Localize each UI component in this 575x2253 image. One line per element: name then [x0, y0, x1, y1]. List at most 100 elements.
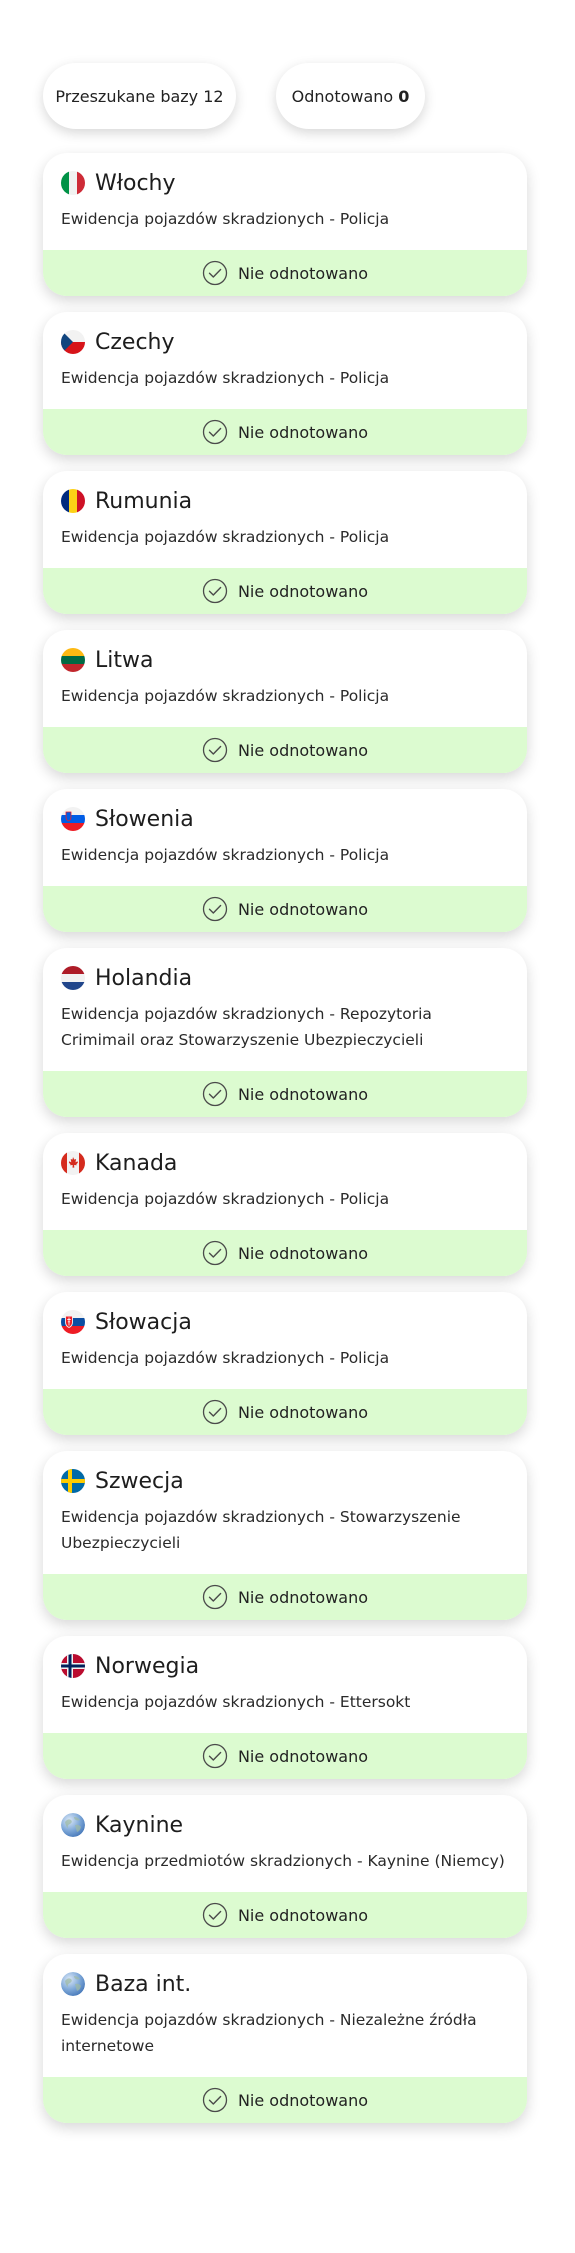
database-description: Ewidencja pojazdów skradzionych - Policj…: [61, 846, 390, 864]
searched-databases-pill: Przeszukane bazy 12: [43, 63, 236, 129]
czechia-flag-icon: [61, 330, 85, 354]
norway-flag-icon: [61, 1654, 85, 1678]
globe-icon: [61, 1813, 85, 1837]
database-description: Ewidencja pojazdów skradzionych - Policj…: [61, 687, 390, 705]
slovakia-flag-icon: [61, 1310, 85, 1334]
database-card-body: Kaynine Ewidencja przedmiotów skradziony…: [43, 1795, 527, 1892]
found-records-pill: Odnotowano 0: [276, 63, 425, 129]
database-card: Kaynine Ewidencja przedmiotów skradziony…: [43, 1795, 527, 1938]
database-card-header: Kaynine: [61, 1811, 509, 1839]
netherlands-flag-icon: [61, 966, 85, 990]
database-description: Ewidencja pojazdów skradzionych - Policj…: [61, 1349, 390, 1367]
database-card: Baza int. Ewidencja pojazdów skradzionyc…: [43, 1954, 527, 2123]
romania-flag-icon: [61, 489, 85, 513]
database-country: Norwegia: [95, 1653, 200, 1679]
database-card: Holandia Ewidencja pojazdów skradzionych…: [43, 948, 527, 1117]
lithuania-flag-icon: [61, 648, 85, 672]
database-country: Rumunia: [95, 488, 193, 514]
database-description: Ewidencja pojazdów skradzionych - Policj…: [61, 528, 390, 546]
database-country: Szwecja: [95, 1468, 184, 1494]
database-status-text: Nie odnotowano: [237, 1905, 369, 1925]
netherlands-flag-icon: [61, 966, 85, 990]
database-card-header: Czechy: [61, 328, 509, 356]
database-description: Ewidencja pojazdów skradzionych - Policj…: [61, 369, 390, 387]
database-status-text: Nie odnotowano: [237, 422, 369, 442]
database-description: Ewidencja pojazdów skradzionych - Policj…: [61, 1190, 390, 1208]
database-status-text: Nie odnotowano: [237, 899, 369, 919]
romania-flag-icon: [61, 489, 85, 513]
database-card-header: Słowacja: [61, 1308, 509, 1336]
check-circle-icon: [202, 1743, 228, 1769]
norway-flag-icon: [61, 1654, 85, 1678]
check-circle-icon: [202, 1399, 228, 1425]
sweden-flag-icon: [61, 1469, 85, 1493]
canada-flag-icon: [61, 1151, 85, 1175]
slovakia-flag-icon: [61, 1310, 85, 1334]
database-card-body: Kanada Ewidencja pojazdów skradzionych -…: [43, 1133, 527, 1230]
database-status-text: Nie odnotowano: [237, 1402, 369, 1422]
slovenia-flag-icon: [61, 807, 85, 831]
database-card-header: Słowenia: [61, 805, 509, 833]
database-card: Słowenia Ewidencja pojazdów skradzionych…: [43, 789, 527, 932]
database-status: Nie odnotowano: [43, 1733, 527, 1779]
database-card-body: Słowenia Ewidencja pojazdów skradzionych…: [43, 789, 527, 886]
database-status-text: Nie odnotowano: [237, 1084, 369, 1104]
database-card: Norwegia Ewidencja pojazdów skradzionych…: [43, 1636, 527, 1779]
check-circle-icon: [202, 1081, 228, 1107]
database-card-body: Włochy Ewidencja pojazdów skradzionych -…: [43, 153, 527, 250]
database-country: Baza int.: [95, 1971, 192, 1997]
lithuania-flag-icon: [61, 648, 85, 672]
check-circle-icon: [202, 260, 228, 286]
check-circle-icon: [202, 896, 228, 922]
database-country: Słowenia: [95, 806, 194, 832]
database-status-text: Nie odnotowano: [237, 2090, 369, 2110]
database-status: Nie odnotowano: [43, 727, 527, 773]
globe-icon: [61, 1972, 85, 1996]
database-card-body: Czechy Ewidencja pojazdów skradzionych -…: [43, 312, 527, 409]
database-card: Rumunia Ewidencja pojazdów skradzionych …: [43, 471, 527, 614]
searched-label: Przeszukane bazy: [55, 86, 199, 106]
database-card: Litwa Ewidencja pojazdów skradzionych - …: [43, 630, 527, 773]
database-status: Nie odnotowano: [43, 409, 527, 455]
check-circle-icon: [202, 578, 228, 604]
slovenia-flag-icon: [61, 807, 85, 831]
database-status: Nie odnotowano: [43, 2077, 527, 2123]
database-status: Nie odnotowano: [43, 1389, 527, 1435]
database-description: Ewidencja pojazdów skradzionych - Policj…: [61, 210, 390, 228]
database-card: Kanada Ewidencja pojazdów skradzionych -…: [43, 1133, 527, 1276]
found-label: Odnotowano: [291, 86, 394, 106]
database-card: Szwecja Ewidencja pojazdów skradzionych …: [43, 1451, 527, 1620]
database-country: Kaynine: [95, 1812, 184, 1838]
database-description: Ewidencja przedmiotów skradzionych - Kay…: [61, 1852, 505, 1870]
database-status-text: Nie odnotowano: [237, 1587, 369, 1607]
database-status: Nie odnotowano: [43, 1892, 527, 1938]
check-circle-icon: [202, 419, 228, 445]
found-count: 0: [398, 86, 410, 106]
searched-count: 12: [203, 86, 224, 106]
database-card: Czechy Ewidencja pojazdów skradzionych -…: [43, 312, 527, 455]
database-card-header: Kanada: [61, 1149, 509, 1177]
globe-icon: [61, 1813, 85, 1837]
database-card-body: Rumunia Ewidencja pojazdów skradzionych …: [43, 471, 527, 568]
database-status-text: Nie odnotowano: [237, 740, 369, 760]
check-circle-icon: [202, 737, 228, 763]
database-card-header: Litwa: [61, 646, 509, 674]
database-description: Ewidencja pojazdów skradzionych - Niezal…: [61, 2011, 477, 2055]
database-card-body: Litwa Ewidencja pojazdów skradzionych - …: [43, 630, 527, 727]
czechia-flag-icon: [61, 330, 85, 354]
database-card-header: Holandia: [61, 964, 509, 992]
database-card-body: Holandia Ewidencja pojazdów skradzionych…: [43, 948, 527, 1071]
database-country: Włochy: [95, 170, 176, 196]
database-status: Nie odnotowano: [43, 1230, 527, 1276]
database-country: Kanada: [95, 1150, 178, 1176]
database-status-text: Nie odnotowano: [237, 581, 369, 601]
database-status-text: Nie odnotowano: [237, 1746, 369, 1766]
database-card-header: Szwecja: [61, 1467, 509, 1495]
database-country: Holandia: [95, 965, 193, 991]
check-circle-icon: [202, 2087, 228, 2113]
database-status: Nie odnotowano: [43, 886, 527, 932]
database-card-body: Słowacja Ewidencja pojazdów skradzionych…: [43, 1292, 527, 1389]
italy-flag-icon: [61, 171, 85, 195]
database-description: Ewidencja pojazdów skradzionych - Etters…: [61, 1693, 411, 1711]
database-card: Słowacja Ewidencja pojazdów skradzionych…: [43, 1292, 527, 1435]
